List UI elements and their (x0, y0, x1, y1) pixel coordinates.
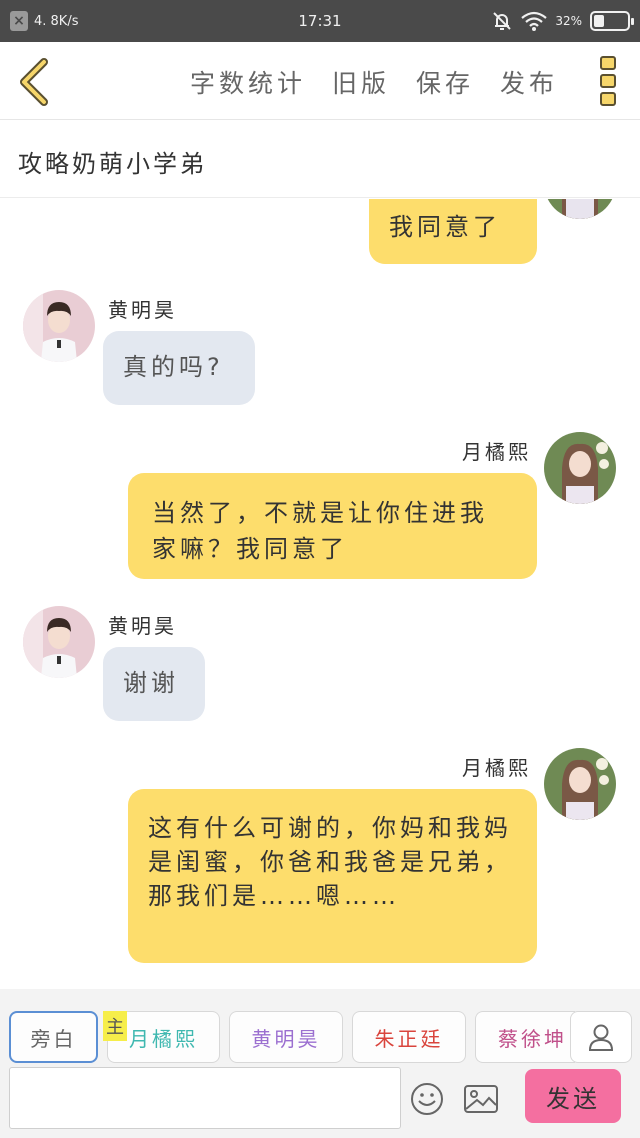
message-bubble: 真的吗? (103, 331, 255, 405)
wifi-icon (521, 11, 548, 31)
emoji-icon[interactable] (409, 1081, 445, 1117)
send-button[interactable]: 发送 (525, 1069, 621, 1123)
avatar-girl (544, 748, 616, 820)
role-button[interactable]: 黄明昊 (229, 1011, 343, 1063)
role-label: 蔡徐坤 (498, 1026, 567, 1051)
publish-button[interactable]: 发布 (500, 64, 558, 100)
more-menu-icon[interactable] (600, 56, 618, 106)
story-title[interactable]: 攻略奶萌小学弟 (18, 144, 207, 179)
image-icon[interactable] (463, 1081, 499, 1117)
status-right: 32% (491, 9, 634, 33)
battery-percent: 32% (555, 14, 582, 28)
speaker-name: 月橘熙 (462, 440, 531, 464)
status-bar: × 4. 8K/s 17:31 32% (0, 0, 640, 42)
mute-bell-icon (493, 12, 512, 30)
speaker-name: 月橘熙 (462, 756, 531, 780)
role-label: 朱正廷 (374, 1026, 444, 1051)
avatar-boy (23, 606, 95, 678)
top-nav: 字数统计 旧版 保存 发布 (0, 42, 640, 120)
nav-links: 字数统计 旧版 保存 发布 (190, 64, 558, 100)
user-icon (588, 1024, 614, 1051)
role-narrator-button[interactable]: 旁白 (9, 1011, 98, 1063)
avatar-girl (544, 432, 616, 504)
add-role-button[interactable] (570, 1011, 632, 1063)
role-button[interactable]: 蔡徐坤 (475, 1011, 575, 1063)
composer-area: 旁白 月橘熙 主 黄明昊 朱正廷 蔡徐坤 发送 (0, 989, 640, 1138)
word-count-button[interactable]: 字数统计 (190, 64, 306, 100)
avatar-girl (544, 199, 616, 219)
speaker-name: 黄明昊 (108, 614, 177, 638)
role-button[interactable]: 朱正廷 (352, 1011, 466, 1063)
battery-icon (590, 11, 634, 31)
story-title-bar: 攻略奶萌小学弟 (0, 120, 640, 198)
battery-fill (594, 15, 605, 27)
old-version-button[interactable]: 旧版 (332, 64, 390, 100)
message-bubble: 当然了，不就是让你住进我家嘛？我同意了 (128, 473, 537, 579)
chat-area[interactable]: 我同意了 黄明昊 真的吗? 月橘熙 当然了，不就是让你住进我家嘛？我同意了 黄明… (0, 199, 640, 989)
message-bubble: 这有什么可谢的，你妈和我妈是闺蜜，你爸和我爸是兄弟，那我们是……嗯…… (128, 789, 537, 963)
message-bubble: 我同意了 (369, 199, 537, 264)
role-label: 旁白 (30, 1026, 77, 1051)
role-label: 黄明昊 (251, 1026, 321, 1051)
save-button[interactable]: 保存 (416, 64, 474, 100)
avatar-boy (23, 290, 95, 362)
main-role-badge: 主 (103, 1011, 127, 1041)
message-bubble: 谢谢 (103, 647, 205, 721)
back-arrow-icon[interactable] (14, 58, 54, 106)
message-input[interactable] (9, 1067, 401, 1129)
role-label: 月橘熙 (129, 1026, 198, 1051)
speaker-name: 黄明昊 (108, 298, 177, 322)
